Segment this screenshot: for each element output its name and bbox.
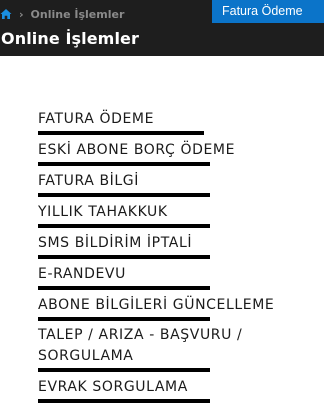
menu-link-yillik-tahakkuk[interactable]: YILLIK TAHAKKUK [38,201,318,228]
menu-link-label: YILLIK TAHAKKUK [38,204,168,220]
menu-link-label: ABONE BİLGİLERİ GÜNCELLEME [38,297,275,313]
menu-link-evrak-sorgulama[interactable]: EVRAK SORGULAMA [38,376,318,403]
menu-link-eski-abone-borc-odeme[interactable]: ESKİ ABONE BORÇ ÖDEME [38,139,318,166]
menu-link-label: SMS BİLDİRİM İPTALİ [38,235,193,251]
menu-link-underline [38,162,210,166]
menu-item: ABONE BİLGİLERİ GÜNCELLEME [38,294,318,321]
menu-link-abone-bilgileri-guncelleme[interactable]: ABONE BİLGİLERİ GÜNCELLEME [38,294,318,321]
menu-link-underline [38,224,210,228]
menu-item: E-RANDEVU [38,263,318,290]
online-services-menu: FATURA ÖDEME ESKİ ABONE BORÇ ÖDEME FATUR… [38,108,318,403]
menu-link-label: EVRAK SORGULAMA [38,379,188,395]
menu-item: YILLIK TAHAKKUK [38,201,318,228]
menu-link-fatura-odeme[interactable]: FATURA ÖDEME [38,108,318,135]
menu-item: SMS BİLDİRİM İPTALİ [38,232,318,259]
menu-link-fatura-bilgi[interactable]: FATURA BİLGİ [38,170,318,197]
menu-link-label: FATURA BİLGİ [38,173,139,189]
menu-link-talep-ariza-basvuru-sorgulama[interactable]: TALEP / ARIZA - BAŞVURU / SORGULAMA [38,325,318,372]
menu-link-underline [38,399,210,403]
breadcrumb: › Online İşlemler [0,3,124,25]
breadcrumb-current: Online İşlemler [30,7,125,21]
fatura-odeme-tab[interactable]: Fatura Ödeme [212,0,324,23]
menu-link-label: TALEP / ARIZA - BAŞVURU / SORGULAMA [38,327,243,364]
menu-item: TALEP / ARIZA - BAŞVURU / SORGULAMA [38,325,318,372]
menu-item: ESKİ ABONE BORÇ ÖDEME [38,139,318,166]
menu-item: EVRAK SORGULAMA [38,376,318,403]
menu-link-underline [38,255,210,259]
menu-link-underline [38,317,210,321]
menu-link-underline [38,368,210,372]
menu-item: FATURA ÖDEME [38,108,318,135]
menu-link-label: ESKİ ABONE BORÇ ÖDEME [38,142,236,158]
page-title: Online İşlemler [1,29,139,48]
menu-link-sms-bildirim-iptali[interactable]: SMS BİLDİRİM İPTALİ [38,232,318,259]
menu-link-underline [38,131,204,135]
top-bar: › Online İşlemler Fatura Ödeme Online İş… [0,0,324,56]
menu-link-underline [38,193,210,197]
home-icon[interactable] [0,8,12,20]
menu-link-e-randevu[interactable]: E-RANDEVU [38,263,318,290]
menu-link-label: E-RANDEVU [38,266,126,282]
breadcrumb-separator: › [19,7,24,21]
menu-link-underline [38,286,210,290]
menu-item: FATURA BİLGİ [38,170,318,197]
menu-link-label: FATURA ÖDEME [38,111,155,127]
